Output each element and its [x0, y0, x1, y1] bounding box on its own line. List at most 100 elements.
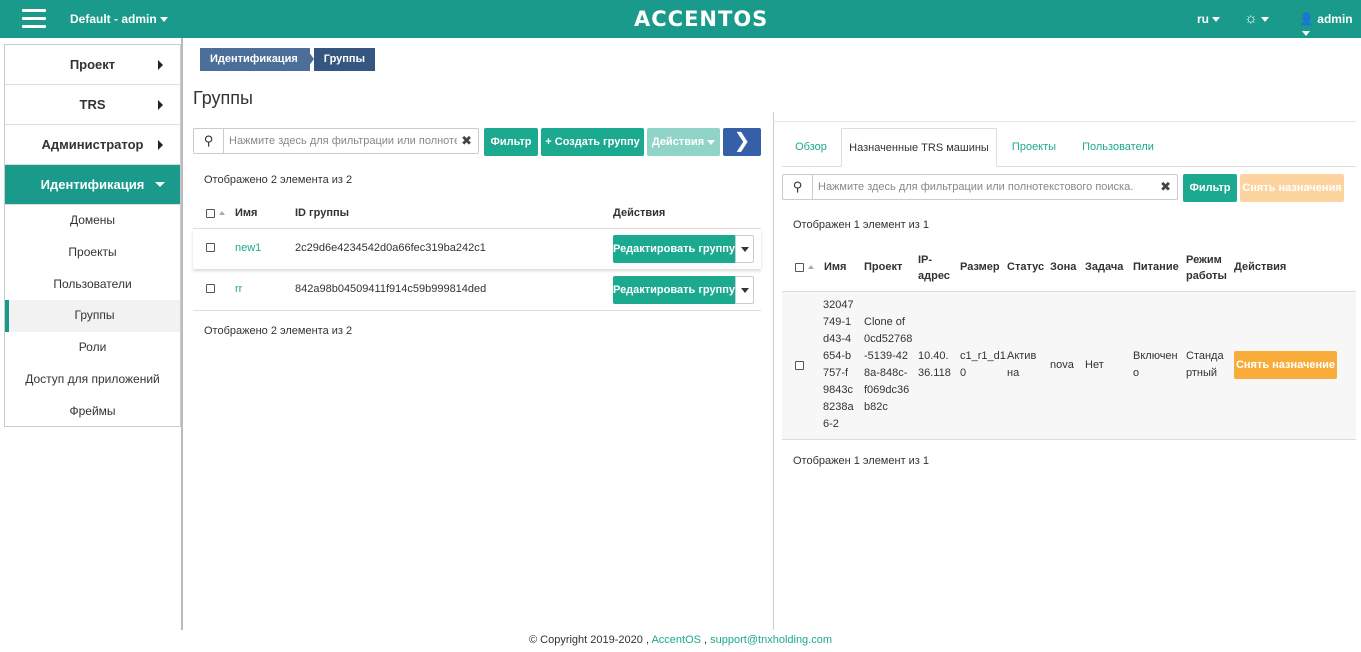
chevron-down-icon [740, 288, 749, 293]
select-all-checkbox[interactable] [795, 263, 804, 272]
trs-count-footer: Отображен 1 элемент из 1 [793, 455, 930, 467]
column-header-power: Питание [1133, 261, 1179, 273]
sidebar-section-trs[interactable]: TRS [5, 85, 180, 125]
tab-overview[interactable]: Обзор [782, 128, 840, 167]
chevron-right-icon [158, 100, 163, 110]
gear-icon: ☼ [1244, 10, 1258, 27]
text-line: d43-4 [823, 333, 852, 345]
tab-users[interactable]: Пользователи [1078, 128, 1158, 167]
text-line: о [1133, 367, 1140, 379]
tab-assigned-trs[interactable]: Назначенные TRS машины [841, 128, 997, 167]
table-row: rr 842a98b04509411f914c59b999814ded Реда… [193, 270, 761, 310]
row-actions-dropdown[interactable] [735, 235, 754, 263]
language-selector[interactable]: ru [1197, 12, 1220, 26]
text-line: 36.118 [918, 367, 951, 379]
breadcrumb-item-groups[interactable]: Группы [313, 48, 375, 71]
clear-icon[interactable]: ✖ [461, 133, 472, 149]
filter-button[interactable]: Фильтр [484, 128, 538, 156]
group-name-link[interactable]: rr [235, 283, 242, 295]
sidebar-item-domains[interactable]: Домены [5, 205, 180, 237]
column-header-zone: Зона [1050, 261, 1077, 273]
text-line: 0cd52768 [864, 333, 913, 345]
groups-search-input[interactable]: Нажмите здесь для фильтрации или полноте… [229, 135, 457, 147]
column-header-mode: Режим работы [1186, 254, 1227, 282]
detail-tabs: Обзор Назначенные TRS машины Проекты Пол… [782, 128, 1356, 167]
actions-button[interactable]: Действия [647, 128, 720, 156]
column-header-project: Проект [864, 261, 903, 273]
group-name-link[interactable]: new1 [235, 242, 261, 254]
trs-search: ⚲ Нажмите здесь для фильтрации или полно… [782, 174, 1178, 200]
sidebar-item-app-access[interactable]: Доступ для приложений [5, 364, 180, 396]
column-header-actions: Действия [613, 207, 666, 219]
row-checkbox[interactable] [206, 284, 215, 293]
theme-selector[interactable]: ☼ [1244, 10, 1269, 27]
clear-icon[interactable]: ✖ [1160, 179, 1171, 195]
edit-group-button[interactable]: Редактировать группу [613, 276, 735, 304]
chevron-down-icon [159, 17, 168, 23]
row-checkbox[interactable] [795, 361, 804, 370]
accentos-link[interactable]: AccentOS [651, 634, 701, 646]
column-header-task: Задача [1085, 261, 1124, 273]
column-header-actions: Действия [1234, 261, 1287, 273]
sidebar-section-label: TRS [79, 97, 106, 112]
chevron-down-icon [155, 182, 165, 187]
breadcrumb-separator [305, 48, 314, 70]
column-header-status: Статус [1007, 261, 1045, 273]
divider [773, 121, 1356, 122]
column-header-name[interactable]: Имя [235, 207, 257, 219]
sidebar-section-project[interactable]: Проект [5, 45, 180, 85]
menu-icon[interactable] [22, 9, 46, 29]
breadcrumb-item-identity[interactable]: Идентификация [200, 48, 310, 71]
actions-label: Действия [651, 136, 705, 148]
text-line: ртный [1186, 367, 1218, 379]
text-line: -5139-42 [864, 350, 909, 362]
vm-name-link[interactable]: 32047 749-1 d43-4 654-b 757-f 9843c 8238… [823, 297, 854, 433]
vm-size-link[interactable]: c1_r1_d1 0 [960, 348, 1006, 382]
select-all-checkbox[interactable] [206, 209, 215, 218]
logo: ACCENTOS [634, 7, 769, 31]
column-header-name[interactable]: Имя [824, 261, 846, 273]
chevron-down-icon [1260, 16, 1269, 22]
group-id: 842a98b04509411f914c59b999814ded [295, 283, 487, 295]
sidebar-item-groups[interactable]: Группы [5, 300, 180, 333]
vm-mode: Станда ртный [1186, 348, 1224, 382]
sidebar-item-projects[interactable]: Проекты [5, 237, 180, 269]
sort-icon [808, 265, 814, 269]
group-id: 2c29d6e4234542d0a66fec319ba242c1 [295, 242, 486, 254]
page-title: Группы [193, 88, 253, 108]
user-menu[interactable]: 👤 admin [1299, 12, 1361, 40]
row-actions-dropdown[interactable] [735, 276, 754, 304]
unassign-button[interactable]: Снять назначение [1234, 351, 1337, 379]
vm-zone: nova [1050, 359, 1074, 371]
sidebar-divider [181, 38, 183, 630]
sidebar-item-frames[interactable]: Фреймы [5, 396, 180, 428]
chevron-down-icon [1302, 31, 1310, 37]
tab-projects[interactable]: Проекты [1002, 128, 1066, 167]
unassign-all-button[interactable]: Снять назначения [1240, 174, 1344, 202]
groups-count: Отображено 2 элемента из 2 [204, 174, 353, 186]
sort-icon [219, 211, 225, 215]
text-line: 654-b [823, 350, 852, 362]
sidebar-section-identity[interactable]: Идентификация [5, 165, 180, 205]
top-bar: Default - admin ACCENTOS ru ☼ 👤 admin [0, 0, 1361, 38]
divider [193, 310, 761, 311]
create-group-button[interactable]: + Создать группу [541, 128, 644, 156]
sidebar-section-admin[interactable]: Администратор [5, 125, 180, 165]
row-actions: Редактировать группу [613, 276, 754, 304]
expand-panel-button[interactable]: ❯ [723, 128, 761, 156]
vm-project-link[interactable]: Clone of 0cd52768 -5139-42 8a-848c- f069… [864, 314, 912, 416]
trs-filter-button[interactable]: Фильтр [1183, 174, 1237, 202]
text-line: 6-2 [823, 418, 839, 430]
context-selector[interactable]: Default - admin [70, 12, 168, 26]
edit-group-button[interactable]: Редактировать группу [613, 235, 735, 263]
sidebar-item-users[interactable]: Пользователи [5, 269, 180, 301]
trs-search-input[interactable]: Нажмите здесь для фильтрации или полноте… [818, 181, 1158, 193]
text-line: c1_r1_d1 [960, 350, 1006, 362]
row-checkbox[interactable] [206, 243, 215, 252]
panel-divider [773, 112, 774, 630]
text-line: Актив [1007, 350, 1037, 362]
support-email-link[interactable]: support@tnxholding.com [710, 634, 832, 646]
sidebar-item-roles[interactable]: Роли [5, 332, 180, 364]
column-header-size: Размер [960, 261, 1000, 273]
text-line: 8238a [823, 401, 854, 413]
